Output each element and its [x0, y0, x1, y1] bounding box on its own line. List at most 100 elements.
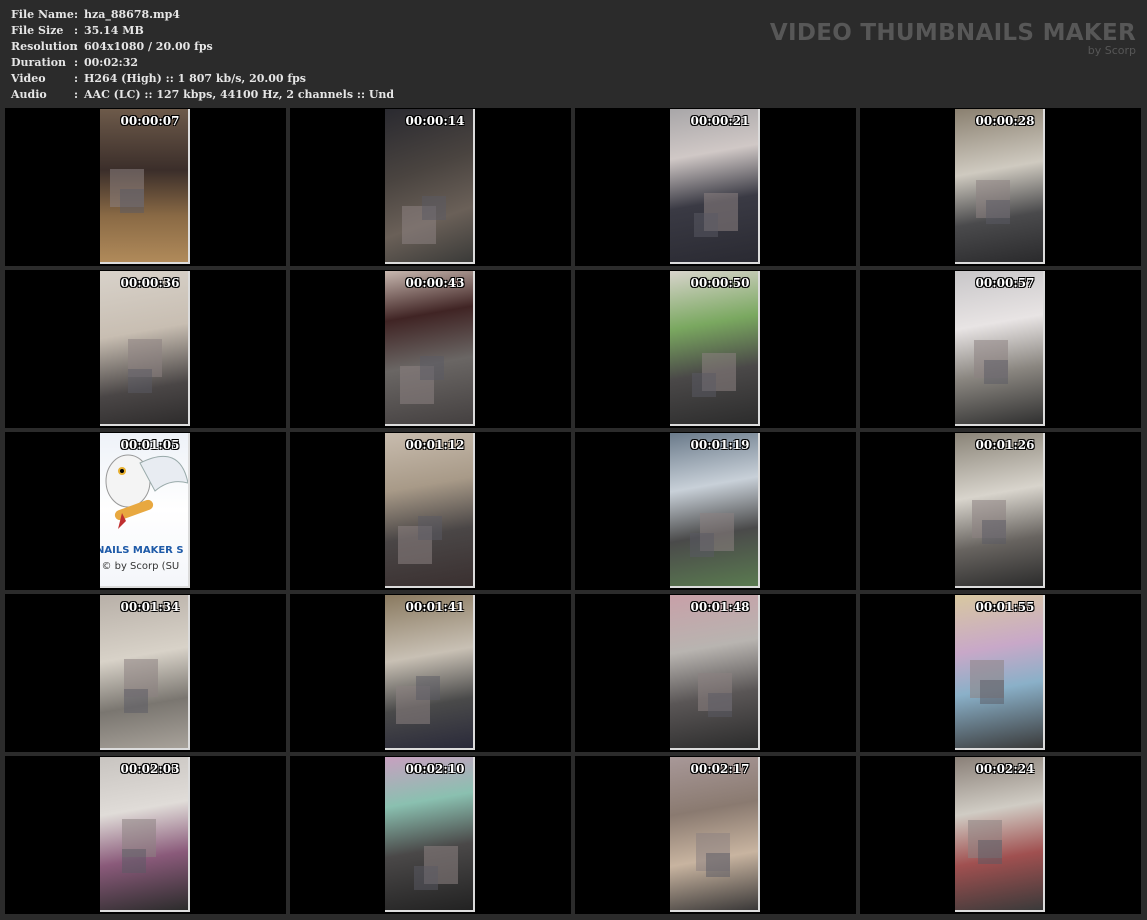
video-frame	[670, 271, 760, 426]
info-key: Audio	[11, 88, 47, 101]
owl-logo-text: HBNAILS MAKER S	[100, 545, 184, 556]
thumbnail-cell[interactable]: 00:01:12	[290, 432, 571, 590]
video-frame	[955, 757, 1045, 912]
pixelated-region	[692, 373, 716, 397]
info-value: 604x1080 / 20.00 fps	[84, 40, 213, 53]
timestamp-label: 00:01:12	[405, 438, 465, 452]
thumbnail-cell[interactable]: 00:00:07	[5, 108, 286, 266]
video-frame	[100, 109, 190, 264]
info-separator: :	[74, 24, 79, 37]
pixelated-region	[978, 840, 1002, 864]
thumbnail-cell[interactable]: 00:00:28	[860, 108, 1141, 266]
pixelated-region	[982, 520, 1006, 544]
thumbnail-cell[interactable]: 00:00:14	[290, 108, 571, 266]
info-value: H264 (High) :: 1 807 kb/s, 20.00 fps	[84, 72, 306, 85]
info-separator: :	[74, 8, 79, 21]
thumbnail-cell[interactable]: 00:01:19	[575, 432, 856, 590]
video-frame	[670, 595, 760, 750]
thumbnail-cell[interactable]: 00:00:36	[5, 270, 286, 428]
pixelated-region	[690, 533, 714, 557]
info-separator: :	[74, 56, 79, 69]
pixelated-region	[708, 693, 732, 717]
pixelated-region	[986, 200, 1010, 224]
thumbnail-cell[interactable]: 00:02:03	[5, 756, 286, 914]
pixelated-region	[984, 360, 1008, 384]
thumbnail-cell[interactable]: 00:00:21	[575, 108, 856, 266]
timestamp-label: 00:01:41	[405, 600, 465, 614]
pixelated-region	[694, 213, 718, 237]
info-separator: :	[74, 88, 79, 101]
timestamp-label: 00:00:14	[405, 114, 465, 128]
thumbnail-cell[interactable]: 00:01:34	[5, 594, 286, 752]
info-value: 35.14 MB	[84, 24, 144, 37]
brand-subtitle: by Scorp	[1087, 44, 1136, 57]
pixelated-region	[120, 189, 144, 213]
pixelated-region	[418, 516, 442, 540]
pixelated-region	[122, 849, 146, 873]
brand-logo: VIDEO THUMBNAILS MAKER by Scorp	[770, 20, 1136, 57]
owl-logo-copyright: nt © by Scorp (SU	[100, 561, 180, 572]
thumbnail-cell[interactable]: 00:00:43	[290, 270, 571, 428]
timestamp-label: 00:01:26	[975, 438, 1035, 452]
pixelated-region	[420, 356, 444, 380]
video-frame	[385, 271, 475, 426]
timestamp-label: 00:00:57	[975, 276, 1035, 290]
timestamp-label: 00:00:36	[120, 276, 180, 290]
info-row: Video: H264 (High) :: 1 807 kb/s, 20.00 f…	[11, 71, 394, 87]
thumbnail-cell[interactable]: 00:00:57	[860, 270, 1141, 428]
pixelated-region	[124, 689, 148, 713]
timestamp-label: 00:01:19	[690, 438, 750, 452]
video-frame	[670, 757, 760, 912]
timestamp-label: 00:02:03	[120, 762, 180, 776]
timestamp-label: 00:01:34	[120, 600, 180, 614]
pixelated-region	[706, 853, 730, 877]
info-key: File Name	[11, 8, 74, 21]
video-frame	[385, 433, 475, 588]
thumbnail-cell[interactable]: 00:02:24	[860, 756, 1141, 914]
info-header: File Name: hza_88678.mp4 File Size:35.14 M…	[0, 0, 1147, 106]
timestamp-label: 00:00:50	[690, 276, 750, 290]
video-frame: HBNAILS MAKER S nt © by Scorp (SU	[100, 433, 190, 588]
info-value: AAC (LC) :: 127 kbps, 44100 Hz, 2 channe…	[84, 88, 395, 101]
info-key: Duration	[11, 56, 67, 69]
info-value: hza_88678.mp4	[84, 8, 180, 21]
video-frame	[955, 109, 1045, 264]
info-row: File Name: hza_88678.mp4	[11, 7, 394, 23]
thumbnail-cell[interactable]: 00:02:17	[575, 756, 856, 914]
pixelated-region	[128, 369, 152, 393]
info-key: Video	[11, 72, 46, 85]
timestamp-label: 00:01:05	[120, 438, 180, 452]
thumbnail-cell[interactable]: 00:02:10	[290, 756, 571, 914]
video-frame	[100, 271, 190, 426]
video-frame	[670, 109, 760, 264]
pixelated-region	[422, 196, 446, 220]
file-info-panel: File Name: hza_88678.mp4 File Size:35.14 M…	[11, 7, 394, 103]
video-frame	[955, 271, 1045, 426]
timestamp-label: 00:02:10	[405, 762, 465, 776]
thumbnail-cell[interactable]: 00:01:41	[290, 594, 571, 752]
video-frame	[670, 433, 760, 588]
thumbnail-cell[interactable]: 00:01:55	[860, 594, 1141, 752]
timestamp-label: 00:02:17	[690, 762, 750, 776]
thumbnail-cell[interactable]: HBNAILS MAKER S nt © by Scorp (SU 00:01:05	[5, 432, 286, 590]
video-frame	[955, 433, 1045, 588]
thumbnail-cell[interactable]: 00:01:26	[860, 432, 1141, 590]
video-frame	[385, 757, 475, 912]
video-frame	[385, 595, 475, 750]
info-separator: :	[74, 72, 79, 85]
timestamp-label: 00:00:21	[690, 114, 750, 128]
timestamp-label: 00:02:24	[975, 762, 1035, 776]
info-row: Resolution:604x1080 / 20.00 fps	[11, 39, 394, 55]
timestamp-label: 00:00:28	[975, 114, 1035, 128]
pixelated-region	[416, 676, 440, 700]
thumbnail-cell[interactable]: 00:01:48	[575, 594, 856, 752]
thumbnail-cell[interactable]: 00:00:50	[575, 270, 856, 428]
info-key: File Size	[11, 24, 64, 37]
video-frame	[100, 595, 190, 750]
timestamp-label: 00:01:48	[690, 600, 750, 614]
video-frame	[385, 109, 475, 264]
pixelated-region	[980, 680, 1004, 704]
info-row: File Size:35.14 MB	[11, 23, 394, 39]
info-row: Audio: AAC (LC) :: 127 kbps, 44100 Hz, 2 …	[11, 87, 394, 103]
info-separator: :	[74, 40, 79, 53]
